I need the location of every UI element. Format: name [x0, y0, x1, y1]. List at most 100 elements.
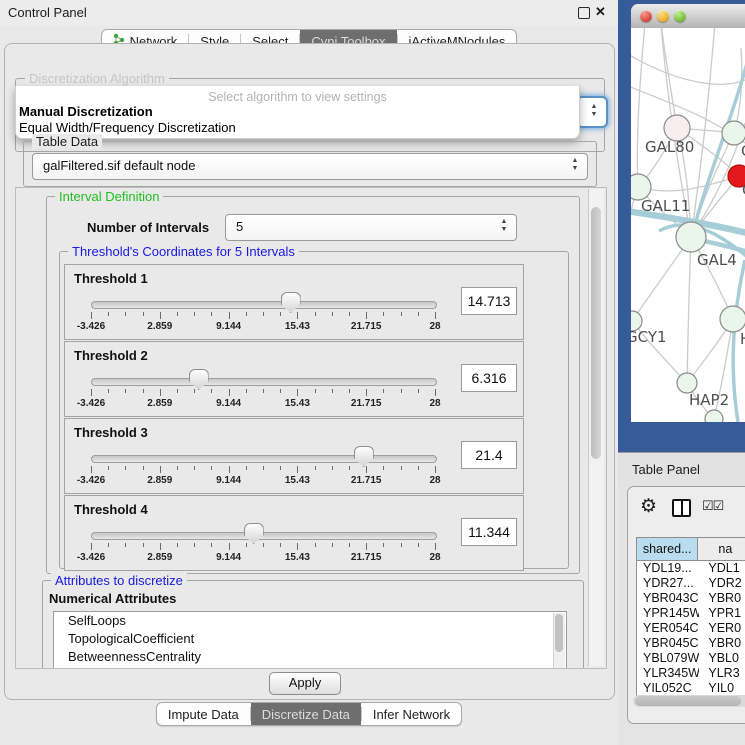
tick-mark [401, 543, 402, 547]
threshold-panel: Threshold 1-3.4262.8599.14415.4321.71528… [64, 264, 524, 340]
table-data-combobox[interactable]: galFiltered.sif default node ▲▼ [32, 153, 588, 180]
tick-mark [332, 312, 333, 316]
table-cell[interactable]: YDR27... [637, 576, 699, 591]
threshold-slider-thumb[interactable] [281, 292, 301, 313]
table-row[interactable]: YLR345WYLR3 [637, 666, 745, 681]
attribute-item[interactable]: BetweennessCentrality [54, 648, 566, 666]
apply-button[interactable]: Apply [269, 672, 341, 695]
tick-mark [297, 543, 298, 550]
table-panel-window: ⚙ ☑☑ shared... na YDL19...YDL1YDR27...YD… [627, 486, 745, 724]
threshold-slider-track[interactable] [91, 301, 437, 309]
tab-infer-network[interactable]: Infer Network [362, 703, 461, 725]
node-hap2[interactable] [677, 373, 697, 393]
algorithm-option-equal-width[interactable]: Equal Width/Frequency Discretization [19, 120, 236, 135]
threshold-slider-track[interactable] [91, 532, 437, 540]
algorithm-option-manual[interactable]: Manual Discretization [19, 104, 153, 119]
attribute-item[interactable]: SelfLoops [54, 612, 566, 630]
control-panel-title: Control Panel [8, 5, 87, 20]
table-row[interactable]: YBL079WYBL0 [637, 651, 745, 666]
table-row[interactable]: YDR27...YDR2 [637, 576, 745, 591]
threshold-value-field[interactable]: 6.316 [461, 364, 517, 392]
table-cell[interactable]: YLR345W [637, 666, 699, 681]
gear-icon[interactable]: ⚙ [640, 495, 657, 518]
close-traffic-light[interactable] [640, 10, 652, 22]
table-row[interactable]: YBR043CYBR0 [637, 591, 745, 606]
node-h[interactable] [720, 306, 745, 332]
table-cell[interactable]: YDL19... [637, 561, 699, 576]
threshold-value-field[interactable]: 14.713 [461, 287, 517, 315]
column-header-shared-name[interactable]: shared... [637, 538, 698, 560]
tick-label: 28 [413, 321, 457, 332]
table-row[interactable]: YER054CYER0 [637, 621, 745, 636]
tick-mark [194, 312, 195, 316]
table-cell[interactable]: YER054C [637, 621, 699, 636]
number-of-intervals-combobox[interactable]: 5 ▲▼ [225, 214, 517, 241]
node-partial[interactable] [705, 410, 723, 422]
tick-mark [246, 466, 247, 470]
table-cell[interactable]: YIL052C [637, 681, 699, 696]
table-row[interactable]: YIL052CYIL0 [637, 681, 745, 696]
attribute-item[interactable]: TopologicalCoefficient [54, 630, 566, 648]
tick-mark [108, 466, 109, 470]
threshold-slider-thumb[interactable] [189, 369, 209, 390]
attributes-scrollbar[interactable] [553, 613, 565, 669]
threshold-slider-track[interactable] [91, 455, 437, 463]
table-cell[interactable]: YBR043C [637, 591, 699, 606]
scrollbar-thumb[interactable] [635, 696, 741, 706]
tab-group: Impute DataDiscretize DataInfer Network [156, 702, 462, 726]
threshold-slider-thumb[interactable] [244, 523, 264, 544]
scrollbar-thumb[interactable] [591, 207, 601, 459]
split-column-icon[interactable] [672, 499, 691, 517]
table-cell[interactable]: YBR0 [699, 636, 745, 651]
tab-impute-data[interactable]: Impute Data [157, 703, 250, 725]
tick-mark [297, 466, 298, 473]
minimize-traffic-light[interactable] [657, 10, 669, 22]
tick-mark [315, 389, 316, 393]
table-cell[interactable]: YIL0 [699, 681, 745, 696]
table-cell[interactable]: YBL0 [699, 651, 745, 666]
table-cell[interactable]: YBR045C [637, 636, 699, 651]
table-row[interactable]: YPR145WYPR1 [637, 606, 745, 621]
table-cell[interactable]: YDR2 [699, 576, 745, 591]
tick-label: 28 [413, 398, 457, 409]
tick-mark [194, 389, 195, 393]
threshold-value-field[interactable]: 11.344 [461, 518, 517, 546]
zoom-traffic-light[interactable] [674, 10, 686, 22]
tick-mark [177, 389, 178, 393]
table-cell[interactable]: YDL1 [699, 561, 745, 576]
algorithm-combobox[interactable]: ▲▼ [576, 96, 608, 128]
table-header-row: shared... na [637, 538, 745, 561]
table-cell[interactable]: YPR145W [637, 606, 699, 621]
table-row[interactable]: YDL19...YDL1 [637, 561, 745, 576]
tick-mark [160, 312, 161, 319]
table-row[interactable]: YBR045CYBR0 [637, 636, 745, 651]
node-gal4[interactable] [676, 222, 706, 252]
tick-mark [263, 543, 264, 547]
network-view[interactable]: GAL80 GA C GAL11 GAL4 GCY1 H HAP2 [631, 28, 745, 422]
network-window-titlebar[interactable] [631, 4, 745, 29]
table-cell[interactable]: YPR1 [699, 606, 745, 621]
node-attribute-table: shared... na YDL19...YDL1YDR27...YDR2YBR… [636, 537, 745, 699]
settings-scrollbar[interactable] [588, 189, 604, 666]
node-label: GAL11 [641, 197, 690, 215]
threshold-slider-thumb[interactable] [354, 446, 374, 467]
tick-label: 21.715 [344, 398, 388, 409]
table-cell[interactable]: YBL079W [637, 651, 699, 666]
threshold-value-field[interactable]: 21.4 [461, 441, 517, 469]
checkbox-icons[interactable]: ☑☑ [702, 498, 723, 514]
table-cell[interactable]: YLR3 [699, 666, 745, 681]
table-cell[interactable]: YER0 [699, 621, 745, 636]
close-icon[interactable]: ✕ [595, 4, 606, 20]
discretization-algorithm-group-title: Discretization Algorithm [25, 71, 169, 86]
table-cell[interactable]: YBR0 [699, 591, 745, 606]
tick-label: 2.859 [138, 321, 182, 332]
tick-mark [125, 389, 126, 393]
numerical-attributes-list[interactable]: SelfLoopsTopologicalCoefficientBetweenne… [53, 611, 567, 669]
column-header-name[interactable]: na [698, 538, 745, 560]
scrollbar-thumb[interactable] [555, 614, 563, 652]
tab-discretize-data[interactable]: Discretize Data [251, 703, 361, 725]
threshold-slider-track[interactable] [91, 378, 437, 386]
float-window-icon[interactable] [578, 7, 590, 19]
table-horizontal-scrollbar[interactable] [633, 695, 745, 707]
tick-mark [143, 543, 144, 547]
